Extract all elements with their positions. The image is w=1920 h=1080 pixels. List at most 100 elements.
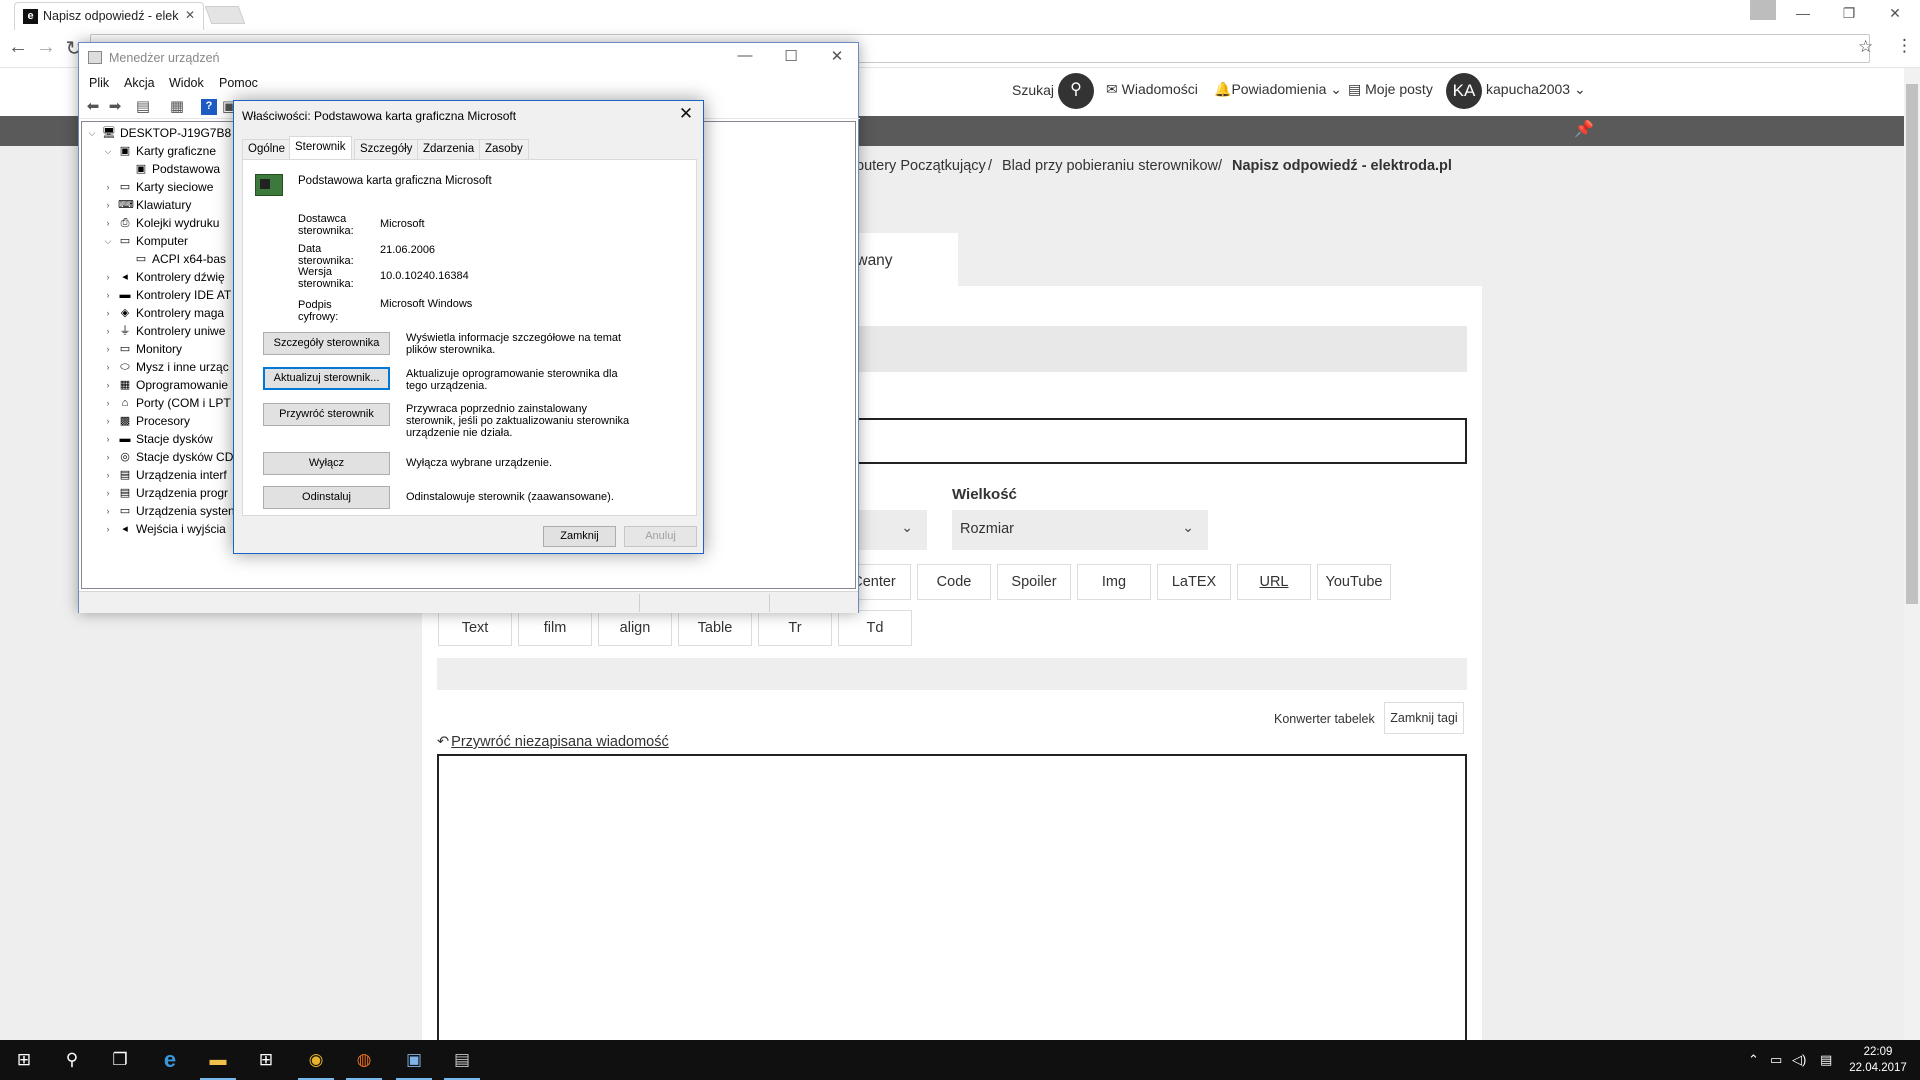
restore-message-link[interactable]: ↶ Przywróć niezapisana wiadomość bbox=[437, 734, 669, 750]
firefox-icon[interactable]: ◍ bbox=[340, 1040, 388, 1080]
expand-toggle-icon[interactable]: › bbox=[102, 452, 114, 462]
tab-details[interactable]: Szczegóły bbox=[354, 139, 419, 159]
scrollbar-thumb[interactable] bbox=[1906, 84, 1918, 604]
edge-icon[interactable]: e bbox=[146, 1040, 194, 1080]
expand-toggle-icon[interactable]: › bbox=[102, 488, 114, 498]
help-icon[interactable]: ? bbox=[201, 99, 217, 115]
new-tab-button[interactable] bbox=[204, 6, 246, 24]
volume-icon[interactable]: ◁) bbox=[1792, 1040, 1806, 1080]
restore-button[interactable]: ❐ bbox=[1826, 0, 1872, 28]
disable-device-button[interactable]: Wyłącz bbox=[263, 452, 390, 475]
browser-menu-icon[interactable]: ⋮ bbox=[1896, 36, 1913, 56]
messages-link[interactable]: ✉ Wiadomości bbox=[1106, 81, 1198, 98]
size-select[interactable]: Rozmiar ⌄ bbox=[952, 510, 1208, 550]
tab-resources[interactable]: Zasoby bbox=[479, 139, 529, 159]
tray-expand-icon[interactable]: ⌃ bbox=[1748, 1040, 1759, 1080]
breadcrumb-item[interactable]: putery Początkujący bbox=[856, 158, 986, 174]
expand-toggle-icon[interactable]: ⌵ bbox=[102, 146, 114, 157]
bookmark-star-icon[interactable]: ☆ bbox=[1858, 37, 1873, 57]
browser-tab[interactable]: e Napisz odpowiedź - elek ✕ bbox=[14, 2, 204, 30]
properties-icon[interactable]: ▤ bbox=[135, 99, 151, 115]
search-button[interactable]: ⚲ bbox=[48, 1040, 96, 1080]
menu-action[interactable]: Akcja bbox=[124, 76, 155, 90]
expand-toggle-icon[interactable]: › bbox=[102, 218, 114, 228]
properties-taskbar-icon[interactable]: ▤ bbox=[438, 1040, 486, 1080]
action-center-icon[interactable]: ▤ bbox=[1820, 1040, 1832, 1080]
table-converter-link[interactable]: Konwerter tabelek bbox=[1274, 712, 1375, 726]
breadcrumb-item[interactable]: Blad przy pobieraniu sterownikow bbox=[1002, 158, 1218, 174]
bbcode-latex-button[interactable]: LaTEX bbox=[1157, 564, 1231, 600]
minimize-button[interactable]: — bbox=[725, 47, 765, 64]
chrome-icon[interactable]: ◉ bbox=[292, 1040, 340, 1080]
close-button[interactable]: Zamknij bbox=[543, 526, 616, 547]
menu-file[interactable]: Plik bbox=[89, 76, 109, 90]
bbcode-td-button[interactable]: Td bbox=[838, 610, 912, 646]
bbcode-film-button[interactable]: film bbox=[518, 610, 592, 646]
tab-general[interactable]: Ogólne bbox=[242, 139, 292, 159]
network-icon[interactable]: ▭ bbox=[1770, 1040, 1782, 1080]
bbcode-align-button[interactable]: align bbox=[598, 610, 672, 646]
expand-toggle-icon[interactable]: › bbox=[102, 290, 114, 300]
tab-events[interactable]: Zdarzenia bbox=[417, 139, 481, 159]
avatar[interactable]: KA bbox=[1446, 73, 1482, 109]
tab-close-icon[interactable]: ✕ bbox=[185, 8, 195, 22]
expand-toggle-icon[interactable]: › bbox=[102, 308, 114, 318]
search-button[interactable]: ⚲ bbox=[1058, 73, 1094, 109]
expand-toggle-icon[interactable]: › bbox=[102, 434, 114, 444]
tab-driver[interactable]: Sterownik bbox=[289, 136, 352, 159]
close-tags-button[interactable]: Zamknij tagi bbox=[1384, 702, 1464, 734]
update-driver-button[interactable]: Aktualizuj sterownik... bbox=[263, 367, 390, 390]
task-view-button[interactable]: ❐ bbox=[96, 1040, 144, 1080]
store-icon[interactable]: ⊞ bbox=[242, 1040, 290, 1080]
bbcode-table-button[interactable]: Table bbox=[678, 610, 752, 646]
close-icon[interactable]: ✕ bbox=[674, 104, 698, 124]
expand-toggle-icon[interactable]: › bbox=[102, 398, 114, 408]
details-icon[interactable]: ▦ bbox=[169, 99, 185, 115]
page-scrollbar[interactable] bbox=[1904, 68, 1920, 1040]
expand-toggle-icon[interactable]: › bbox=[102, 506, 114, 516]
close-window-button[interactable]: ✕ bbox=[817, 47, 857, 65]
expand-toggle-icon[interactable]: › bbox=[102, 272, 114, 282]
expand-toggle-icon[interactable]: › bbox=[102, 416, 114, 426]
expand-toggle-icon[interactable]: ⌵ bbox=[102, 236, 114, 247]
expand-toggle-icon[interactable]: › bbox=[102, 344, 114, 354]
close-window-button[interactable]: ✕ bbox=[1872, 0, 1918, 28]
profile-icon[interactable] bbox=[1750, 0, 1776, 20]
bbcode-spoiler-button[interactable]: Spoiler bbox=[997, 564, 1071, 600]
expand-toggle-icon[interactable]: › bbox=[102, 182, 114, 192]
expand-toggle-icon[interactable]: › bbox=[102, 380, 114, 390]
expand-toggle-icon[interactable]: › bbox=[102, 524, 114, 534]
my-posts-link[interactable]: ▤ Moje posty bbox=[1348, 81, 1433, 98]
user-menu[interactable]: kapucha2003 ⌄ bbox=[1486, 81, 1586, 98]
start-button[interactable]: ⊞ bbox=[0, 1040, 48, 1080]
expand-toggle-icon[interactable]: › bbox=[102, 326, 114, 336]
menu-help[interactable]: Pomoc bbox=[219, 76, 258, 90]
bbcode-tr-button[interactable]: Tr bbox=[758, 610, 832, 646]
menu-view[interactable]: Widok bbox=[169, 76, 204, 90]
back-button[interactable]: ← bbox=[4, 36, 32, 62]
clock[interactable]: 22:09 22.04.2017 bbox=[1842, 1044, 1914, 1076]
message-textarea[interactable] bbox=[437, 754, 1467, 1040]
bbcode-youtube-button[interactable]: YouTube bbox=[1317, 564, 1391, 600]
bbcode-text-button[interactable]: Text bbox=[438, 610, 512, 646]
expand-toggle-icon[interactable]: ⌵ bbox=[86, 128, 98, 139]
cancel-button[interactable]: Anuluj bbox=[624, 526, 697, 547]
bbcode-img-button[interactable]: Img bbox=[1077, 564, 1151, 600]
expand-toggle-icon[interactable]: › bbox=[102, 200, 114, 210]
forward-button[interactable]: → bbox=[32, 36, 60, 62]
back-arrow-icon[interactable]: ⬅ bbox=[85, 99, 101, 115]
minimize-button[interactable]: — bbox=[1780, 0, 1826, 28]
forward-arrow-icon[interactable]: ➡ bbox=[107, 99, 123, 115]
driver-details-button[interactable]: Szczegóły sterownika bbox=[263, 332, 390, 355]
bbcode-url-button[interactable]: URL bbox=[1237, 564, 1311, 600]
device-manager-taskbar-icon[interactable]: ▣ bbox=[390, 1040, 438, 1080]
pin-icon[interactable]: 📌 bbox=[1574, 119, 1594, 139]
expand-toggle-icon[interactable]: › bbox=[102, 362, 114, 372]
rollback-driver-button[interactable]: Przywróć sterownik bbox=[263, 403, 390, 426]
bbcode-code-button[interactable]: Code bbox=[917, 564, 991, 600]
notifications-link[interactable]: 🔔Powiadomienia ⌄ bbox=[1214, 81, 1342, 98]
uninstall-driver-button[interactable]: Odinstaluj bbox=[263, 486, 390, 509]
expand-toggle-icon[interactable]: › bbox=[102, 470, 114, 480]
maximize-button[interactable]: ☐ bbox=[771, 47, 811, 65]
file-explorer-icon[interactable]: ▬ bbox=[194, 1040, 242, 1080]
